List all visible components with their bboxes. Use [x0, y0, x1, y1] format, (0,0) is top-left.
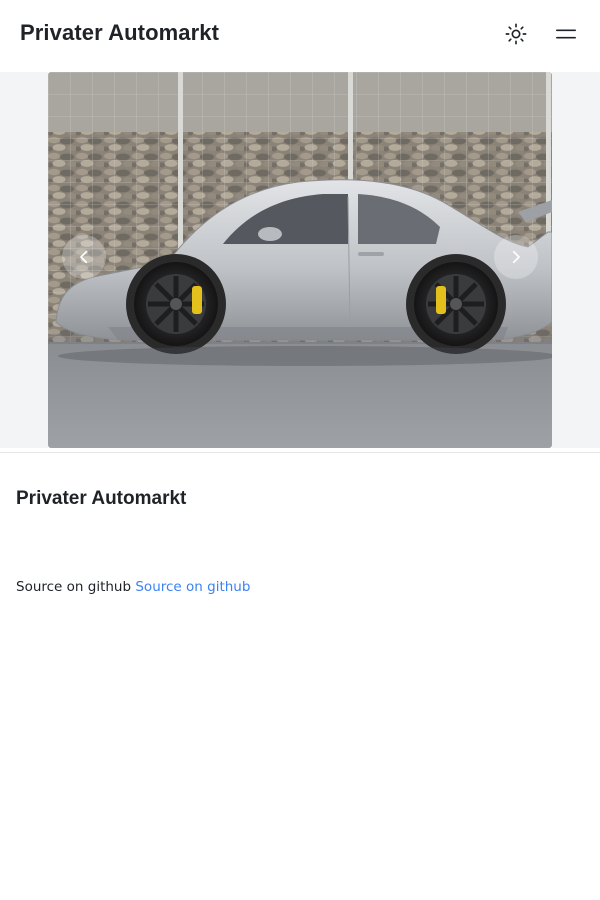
menu-button[interactable]: [552, 20, 580, 48]
previous-slide-peek[interactable]: [0, 72, 48, 448]
section-divider: [0, 452, 600, 453]
chevron-right-icon: [512, 250, 520, 264]
chevron-left-icon: [80, 250, 88, 264]
carousel-slide-image: [48, 72, 552, 448]
carousel-next-button[interactable]: [494, 235, 538, 279]
menu-icon: [556, 29, 576, 39]
theme-toggle-button[interactable]: [502, 20, 530, 48]
site-header: Privater Automarkt: [0, 0, 600, 68]
carousel-prev-button[interactable]: [62, 235, 106, 279]
sun-icon: [505, 23, 527, 45]
image-carousel[interactable]: [0, 68, 600, 452]
brand-link[interactable]: Privater Automarkt: [20, 20, 219, 46]
source-github-link[interactable]: Source on github: [135, 579, 250, 595]
source-line: Source on github Source on github: [16, 579, 250, 595]
page-title: Privater Automarkt: [16, 488, 187, 509]
next-slide-peek[interactable]: [552, 72, 600, 448]
source-text: Source on github: [16, 579, 132, 595]
